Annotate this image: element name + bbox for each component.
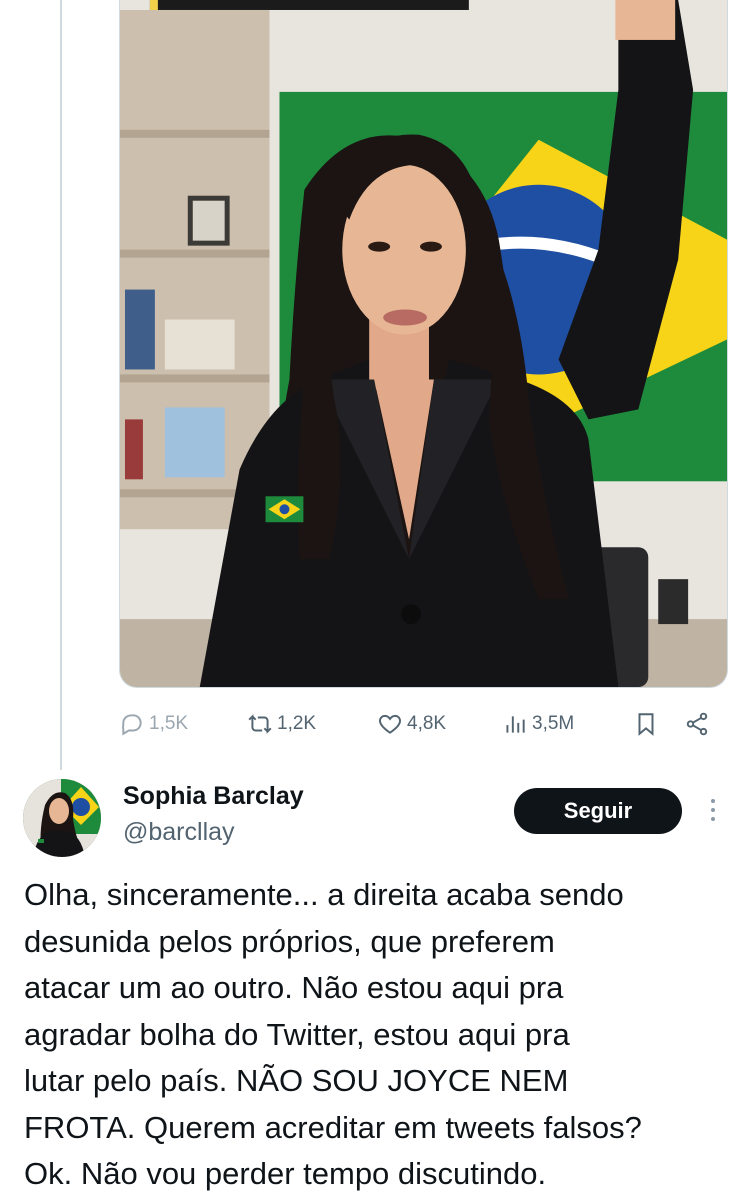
like-count: 4,8K bbox=[407, 713, 447, 734]
tweet-text-line: lutar pelo país. NÃO SOU JOYCE NEM bbox=[24, 1063, 569, 1098]
share-button[interactable] bbox=[684, 706, 710, 742]
tweet-text-line: Ok. Não vou perder tempo discutindo. bbox=[24, 1156, 547, 1191]
more-dot bbox=[711, 817, 715, 821]
tweet-text-line: FROTA. Querem acreditar em tweets falsos… bbox=[24, 1109, 642, 1145]
reply-count: 1,5K bbox=[149, 713, 189, 734]
tweet-action-bar: 1,5K 1,2K 4,8K 3,5M bbox=[119, 706, 728, 742]
author-name[interactable]: Sophia Barclay bbox=[123, 782, 304, 811]
photo-illustration bbox=[120, 0, 727, 687]
tweet-text: Olha, sinceramente... a direita acaba se… bbox=[24, 872, 739, 1198]
thread-connector-line bbox=[60, 0, 62, 770]
views-button[interactable]: 3,5M bbox=[502, 706, 574, 742]
like-button[interactable]: 4,8K bbox=[377, 706, 446, 742]
bookmark-button[interactable] bbox=[633, 706, 659, 742]
more-options-button[interactable] bbox=[700, 790, 726, 830]
tweet-text-line: Olha, sinceramente... a direita acaba se… bbox=[24, 877, 624, 912]
reply-button[interactable]: 1,5K bbox=[119, 706, 188, 742]
reply-icon bbox=[122, 714, 142, 736]
view-count: 3,5M bbox=[532, 713, 575, 734]
avatar-image bbox=[23, 779, 101, 857]
tweet-text-line: agradar bolha do Twitter, estou aqui pra bbox=[24, 1016, 570, 1052]
author-handle[interactable]: @barcllay bbox=[123, 818, 235, 847]
heart-icon bbox=[379, 714, 401, 734]
more-dot bbox=[711, 808, 715, 812]
tweet-photo[interactable] bbox=[119, 0, 728, 688]
retweet-count: 1,2K bbox=[277, 713, 317, 734]
views-chart-icon bbox=[506, 716, 525, 733]
follow-button[interactable]: Seguir bbox=[514, 788, 682, 834]
more-dots-icon bbox=[711, 799, 715, 803]
bookmark-icon bbox=[638, 713, 654, 736]
retweet-icon bbox=[248, 714, 272, 734]
tweet-text-line: desunida pelos próprios, que preferem bbox=[24, 923, 555, 959]
retweet-button[interactable]: 1,2K bbox=[247, 706, 316, 742]
tweet-text-line: atacar um ao outro. Não estou aqui pra bbox=[24, 970, 564, 1005]
share-icon bbox=[686, 712, 708, 736]
avatar[interactable] bbox=[23, 779, 101, 857]
